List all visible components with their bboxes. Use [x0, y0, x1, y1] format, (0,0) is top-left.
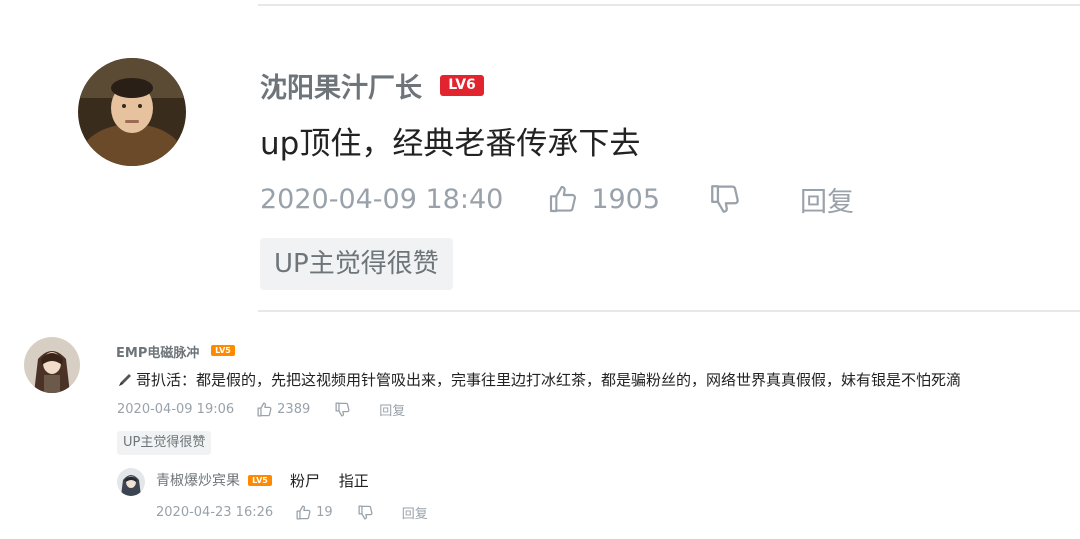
- thumbs-up-icon: [550, 185, 577, 213]
- thumbs-up-icon: [257, 401, 272, 417]
- avatar[interactable]: [78, 58, 186, 166]
- username[interactable]: EMP电磁脉冲: [116, 342, 199, 361]
- reply-text: 粉尸 指正: [290, 472, 369, 490]
- like-button[interactable]: 2389: [256, 401, 310, 418]
- thumbs-down-icon: [358, 504, 373, 520]
- username[interactable]: 沈阳果汁厂长: [260, 66, 422, 105]
- dislike-button[interactable]: [708, 182, 742, 216]
- like-count: 2389: [277, 401, 311, 417]
- thumbs-down-icon: [711, 185, 739, 213]
- avatar[interactable]: [24, 337, 80, 393]
- dislike-button[interactable]: [357, 504, 374, 521]
- level-badge: LV5: [211, 345, 235, 356]
- level-badge: LV6: [440, 75, 484, 96]
- thumbs-up-icon: [296, 504, 311, 520]
- reply-button[interactable]: 回复: [800, 180, 854, 219]
- thumbs-down-icon: [335, 401, 350, 417]
- comment-meta: 2020-04-09 18:40 1905 回复: [260, 180, 854, 218]
- username[interactable]: 青椒爆炒宾果: [156, 470, 240, 490]
- like-button[interactable]: 1905: [547, 183, 660, 215]
- reply-button[interactable]: 回复: [379, 400, 405, 419]
- dislike-button[interactable]: [334, 401, 351, 418]
- timestamp: 2020-04-23 16:26: [156, 504, 274, 520]
- up-liked-badge: UP主觉得很赞: [117, 431, 212, 455]
- divider-top: [258, 4, 1080, 6]
- divider-mid: [258, 310, 1080, 312]
- comment-text: 哥扒活：都是假的，先把这视频用针管吸出来，完事往里边打冰红茶，都是骗粉丝的，网络…: [116, 369, 961, 390]
- pen-icon: [119, 373, 131, 386]
- avatar[interactable]: [117, 468, 145, 496]
- like-count: 1905: [591, 183, 661, 215]
- like-count: 19: [316, 504, 333, 520]
- timestamp: 2020-04-09 18:40: [260, 183, 504, 215]
- reply-meta: 2020-04-23 16:26 19 回复: [156, 501, 428, 523]
- up-liked-badge: UP主觉得很赞: [260, 238, 453, 290]
- comment-meta: 2020-04-09 19:06 2389 回复: [117, 398, 405, 420]
- like-button[interactable]: 19: [295, 504, 333, 521]
- reply-button[interactable]: 回复: [402, 503, 428, 522]
- comment-body: 哥扒活：都是假的，先把这视频用针管吸出来，完事往里边打冰红茶，都是骗粉丝的，网络…: [136, 371, 962, 389]
- level-badge: LV5: [248, 475, 272, 486]
- comment-text: up顶住，经典老番传承下去: [260, 126, 641, 162]
- timestamp: 2020-04-09 19:06: [117, 401, 235, 417]
